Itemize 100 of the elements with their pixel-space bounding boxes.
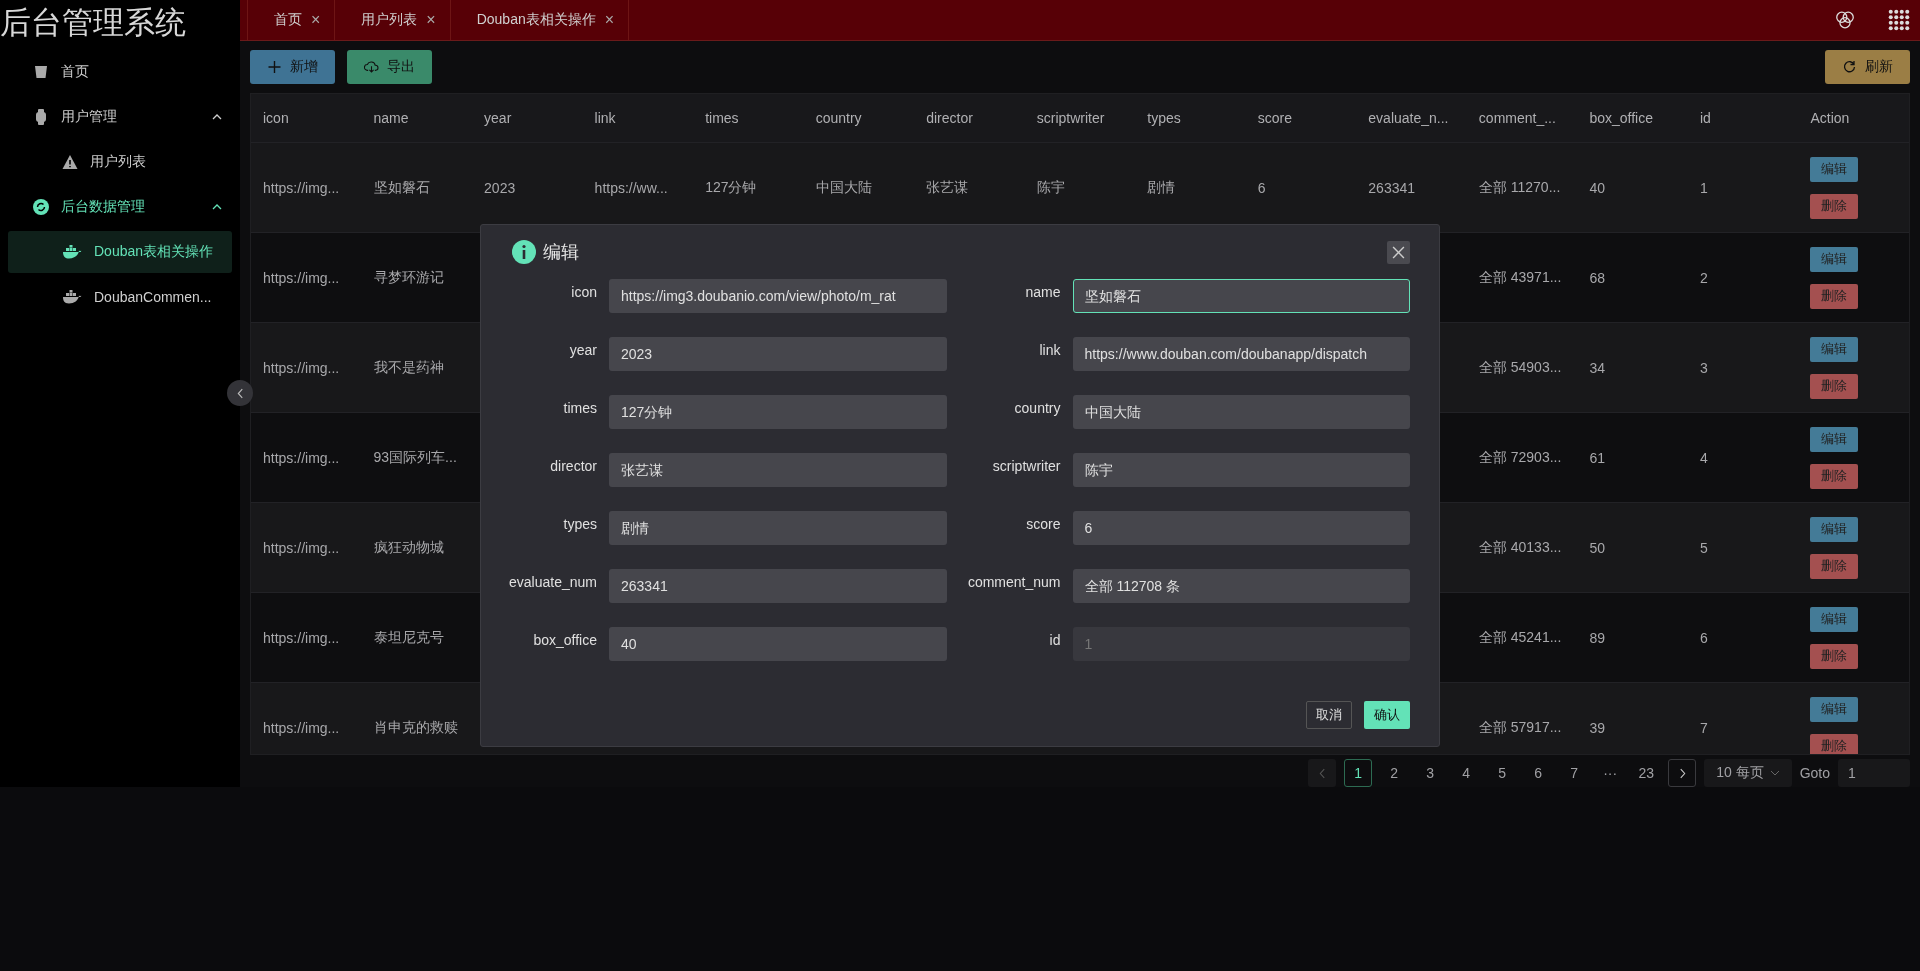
menu-item[interactable]: 用户列表: [8, 141, 232, 183]
table-cell: https://img...: [263, 359, 340, 376]
input-field[interactable]: 全部 112708 条: [1072, 569, 1410, 603]
close-icon[interactable]: ×: [311, 11, 321, 29]
table-cell: 全部 72903...: [1478, 448, 1562, 465]
table-cell: https://img...: [263, 719, 340, 736]
input-field[interactable]: 127分钟: [609, 395, 947, 429]
tab[interactable]: 首页 ×: [247, 0, 336, 40]
whale-icon: [62, 244, 82, 260]
table-cell: 全部 54903...: [1478, 358, 1562, 375]
menu-item[interactable]: Douban表相关操作: [8, 231, 232, 273]
apps-grid-icon[interactable]: [1888, 9, 1910, 31]
close-icon: [1392, 245, 1405, 259]
info-icon: [512, 240, 536, 264]
caret-icon: [212, 204, 222, 210]
table-cell: 泰坦尼克号: [373, 628, 444, 645]
page-button[interactable]: 1: [1344, 759, 1373, 787]
input-field[interactable]: 剧情: [609, 511, 947, 545]
page-button[interactable]: 5: [1488, 759, 1517, 787]
menu-item[interactable]: 后台数据管理: [8, 186, 232, 228]
goto-label: Goto: [1799, 765, 1830, 781]
field-label: icon: [570, 283, 597, 301]
table-cell: 127分钟: [705, 178, 757, 195]
watch-icon: [33, 109, 49, 125]
column-header: director: [925, 110, 974, 126]
table-cell: 全部 43971...: [1478, 268, 1562, 285]
page-size-value: 10 每页: [1716, 764, 1764, 782]
table-cell: 全部 57917...: [1478, 718, 1562, 735]
table-cell: 全部 11270...: [1478, 178, 1561, 195]
close-icon[interactable]: ×: [426, 11, 436, 29]
row-action-button[interactable]: 编辑: [1810, 516, 1859, 542]
table-cell: 1: [1699, 179, 1708, 196]
menu-item[interactable]: 用户管理: [8, 96, 232, 138]
warning-icon: [62, 154, 78, 170]
table-cell: 5: [1699, 539, 1708, 556]
field-label: times: [562, 399, 597, 417]
goto-input[interactable]: 1: [1838, 759, 1910, 787]
row-action-button[interactable]: 编辑: [1810, 606, 1859, 632]
row-action-button[interactable]: 编辑: [1810, 426, 1859, 452]
chevron-down-icon: [1769, 770, 1780, 776]
input-field[interactable]: 2023: [609, 337, 947, 371]
input-field[interactable]: 坚如磐石: [1072, 279, 1410, 313]
table-cell: 7: [1699, 719, 1708, 736]
page-button[interactable]: 4: [1452, 759, 1481, 787]
row-action-button[interactable]: 编辑: [1810, 156, 1859, 182]
page-button[interactable]: 23: [1632, 759, 1661, 787]
column-header: box_office: [1588, 110, 1654, 126]
confirm-button[interactable]: 确认: [1364, 701, 1410, 729]
input-field[interactable]: https://img3.doubanio.com/view/photo/m_rat: [609, 279, 947, 313]
page-button[interactable]: 3: [1416, 759, 1445, 787]
toolbar-button[interactable]: 新增: [250, 50, 335, 84]
table-cell: 34: [1589, 359, 1605, 376]
cancel-button[interactable]: 取消: [1306, 701, 1352, 729]
next-page-button[interactable]: [1668, 759, 1697, 787]
tab[interactable]: Douban表相关操作 ×: [450, 0, 630, 40]
close-icon[interactable]: ×: [604, 11, 615, 29]
input-field[interactable]: 263341: [609, 569, 947, 603]
input-field[interactable]: https://www.douban.com/doubanapp/dispatch: [1072, 337, 1410, 371]
table-cell: 61: [1589, 449, 1605, 466]
page-button[interactable]: 2: [1380, 759, 1409, 787]
table-cell: https://img...: [263, 269, 340, 286]
column-header: id: [1698, 110, 1712, 126]
table-cell: 肖申克的救赎: [373, 718, 458, 735]
column-header: Action: [1809, 110, 1851, 126]
chevron-left-icon: [236, 387, 244, 399]
table-cell: 6: [1257, 179, 1266, 196]
column-header: icon: [262, 110, 290, 126]
table-cell: https://img...: [263, 539, 340, 556]
row-action-button[interactable]: 编辑: [1810, 696, 1859, 722]
table-cell: 39: [1589, 719, 1605, 736]
row-action-button[interactable]: 编辑: [1810, 336, 1859, 362]
chevron-right-icon: [1678, 767, 1686, 779]
table-cell: https://img...: [263, 179, 340, 196]
input-field[interactable]: 6: [1072, 511, 1410, 545]
field-label: comment_num: [966, 573, 1061, 591]
page-button[interactable]: 6: [1524, 759, 1553, 787]
plus-icon: [267, 60, 282, 74]
row-action-button[interactable]: 编辑: [1810, 246, 1859, 272]
table-cell: https://ww...: [594, 179, 668, 196]
page-button[interactable]: 7: [1560, 759, 1589, 787]
toolbar-button[interactable]: 导出: [347, 50, 432, 84]
menu-item[interactable]: DoubanCommen...: [8, 276, 232, 318]
page-button[interactable]: ···: [1596, 759, 1625, 787]
circles-icon[interactable]: [1834, 9, 1856, 31]
tab[interactable]: 用户列表 ×: [335, 0, 451, 40]
table-cell: 6: [1699, 629, 1708, 646]
chevron-left-icon: [1318, 767, 1326, 779]
input-field[interactable]: 中国大陆: [1072, 395, 1410, 429]
table-cell: 3: [1699, 359, 1708, 376]
input-field[interactable]: 40: [609, 627, 947, 661]
close-button[interactable]: [1387, 240, 1410, 264]
field-label: box_office: [532, 631, 597, 649]
refresh-icon: [33, 199, 49, 215]
input-field[interactable]: 张艺谋: [609, 453, 947, 487]
page-size-select[interactable]: 10 每页: [1704, 759, 1792, 787]
menu-item[interactable]: 首页: [8, 51, 232, 93]
input-field[interactable]: 陈宇: [1072, 453, 1410, 487]
refresh-button[interactable]: 刷新: [1825, 50, 1910, 84]
table-cell: 93国际列车...: [373, 448, 457, 465]
table-cell: 89: [1589, 629, 1605, 646]
